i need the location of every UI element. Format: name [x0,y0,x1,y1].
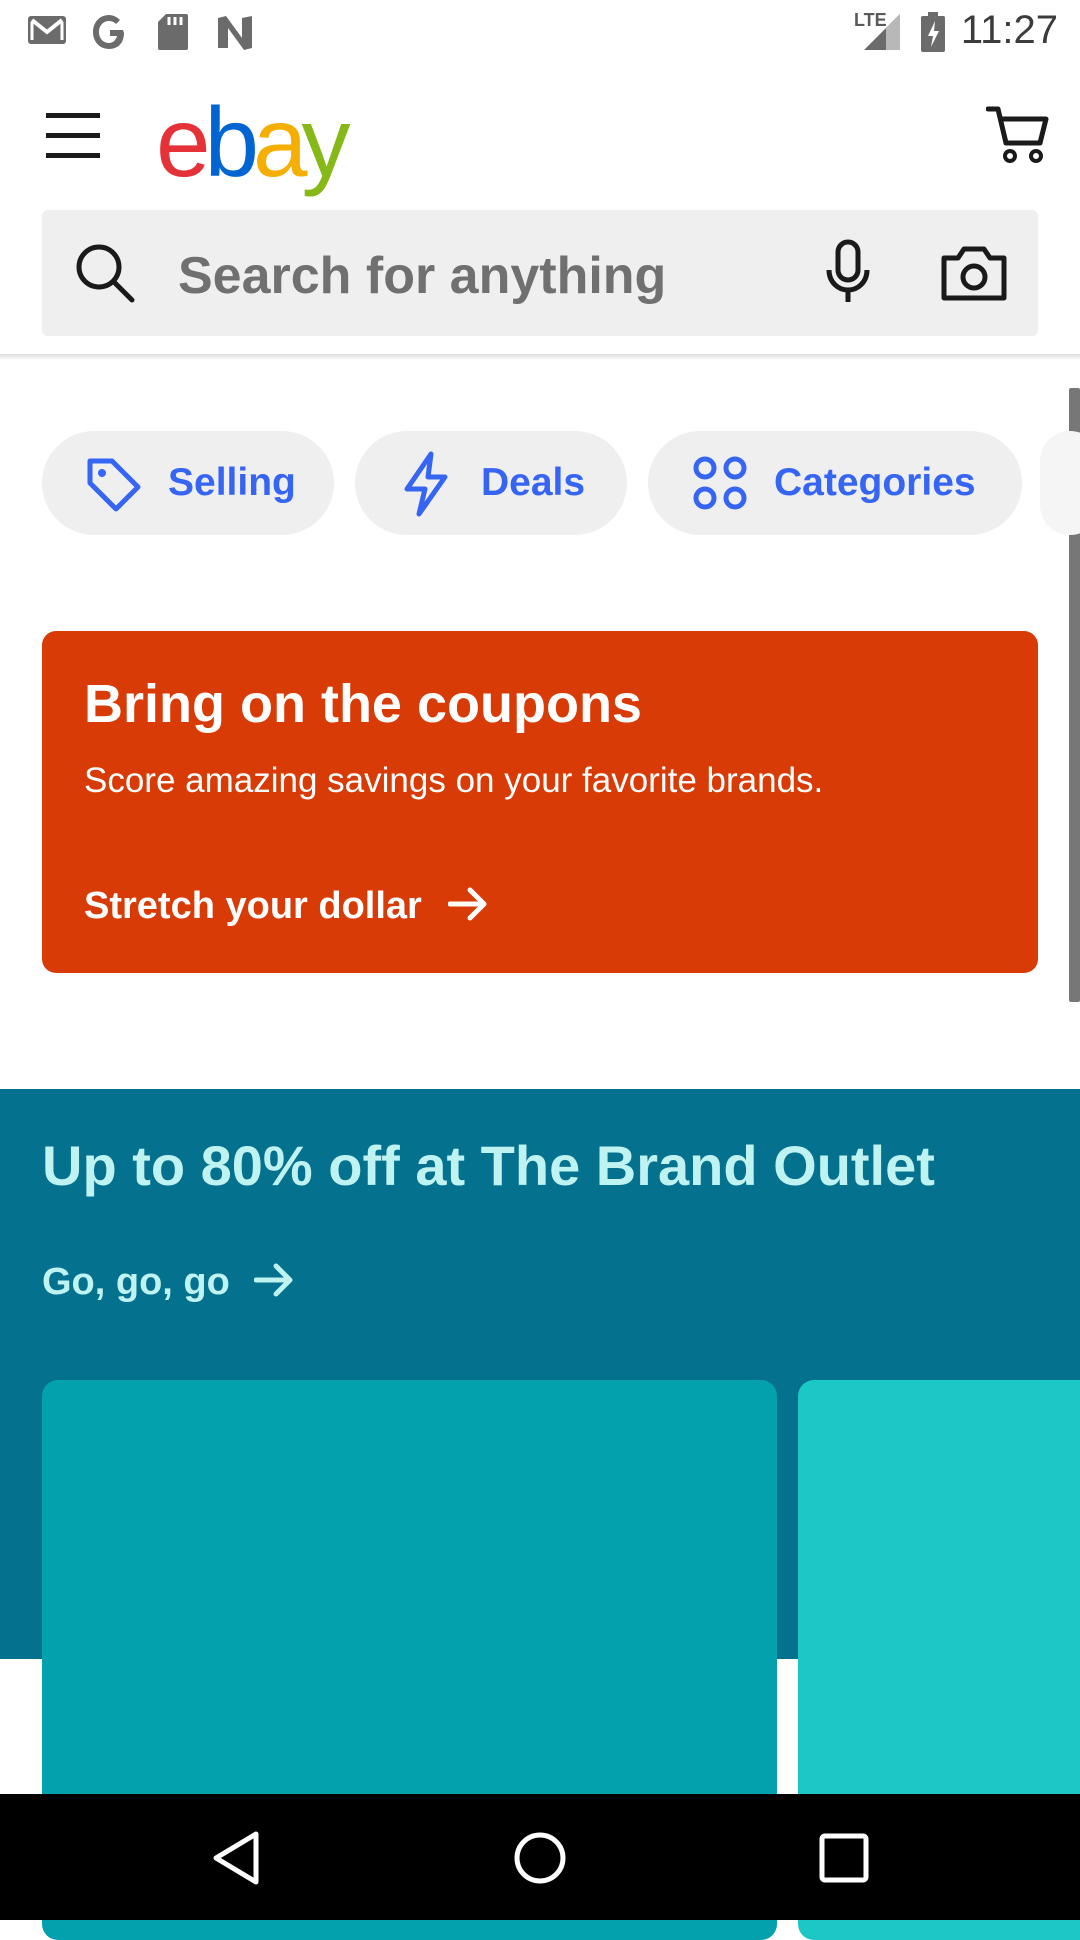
coupon-banner-subtitle: Score amazing savings on your favorite b… [84,761,824,800]
app-bar: ebay [0,63,1080,208]
status-bar: LTE 11:27 [0,0,1080,63]
chip-selling-label: Selling [168,461,296,504]
microphone-icon[interactable] [824,238,872,308]
n-app-icon [218,16,252,50]
status-time: 11:27 [960,8,1058,52]
arrow-right-icon [253,1263,293,1297]
logo-letter-b: b [204,87,259,197]
recents-icon[interactable] [818,1832,870,1884]
cart-icon[interactable] [986,103,1050,165]
back-icon[interactable] [212,1830,262,1886]
chip-categories-label: Categories [774,461,976,504]
search-icon [76,244,135,303]
sd-card-icon [158,14,188,50]
chip-more[interactable] [1040,431,1080,535]
gmail-icon [28,16,66,44]
lightning-icon [404,451,448,517]
camera-icon[interactable] [940,244,1008,302]
home-icon[interactable] [512,1830,568,1886]
arrow-right-icon [447,887,487,921]
chip-deals[interactable]: Deals [355,431,627,535]
search-bar[interactable]: Search for anything [42,210,1038,336]
search-input[interactable]: Search for anything [178,246,666,306]
hamburger-menu-icon[interactable] [46,111,102,161]
battery-charging-icon [921,12,945,52]
tag-icon [87,458,141,512]
header-divider [0,354,1080,360]
coupon-banner-cta[interactable]: Stretch your dollar [84,885,488,928]
signal-icon [864,14,900,50]
brand-outlet-cta[interactable]: Go, go, go [42,1261,294,1304]
chip-deals-label: Deals [481,461,586,504]
logo-letter-e: e [156,87,210,197]
coupon-banner[interactable]: Bring on the coupons Score amazing savin… [42,631,1038,973]
brand-outlet-title: Up to 80% off at The Brand Outlet [42,1134,935,1197]
brand-outlet-cta-label: Go, go, go [42,1261,230,1303]
grid-circles-icon [693,456,747,510]
system-nav-bar [0,1794,1080,1920]
chip-selling[interactable]: Selling [42,431,334,535]
ebay-logo[interactable]: ebay [156,87,351,197]
google-icon [93,15,124,49]
coupon-banner-cta-label: Stretch your dollar [84,885,422,927]
coupon-banner-title: Bring on the coupons [84,674,642,734]
chip-categories[interactable]: Categories [648,431,1022,535]
logo-letter-y: y [301,87,351,197]
logo-letter-a: a [253,87,307,197]
